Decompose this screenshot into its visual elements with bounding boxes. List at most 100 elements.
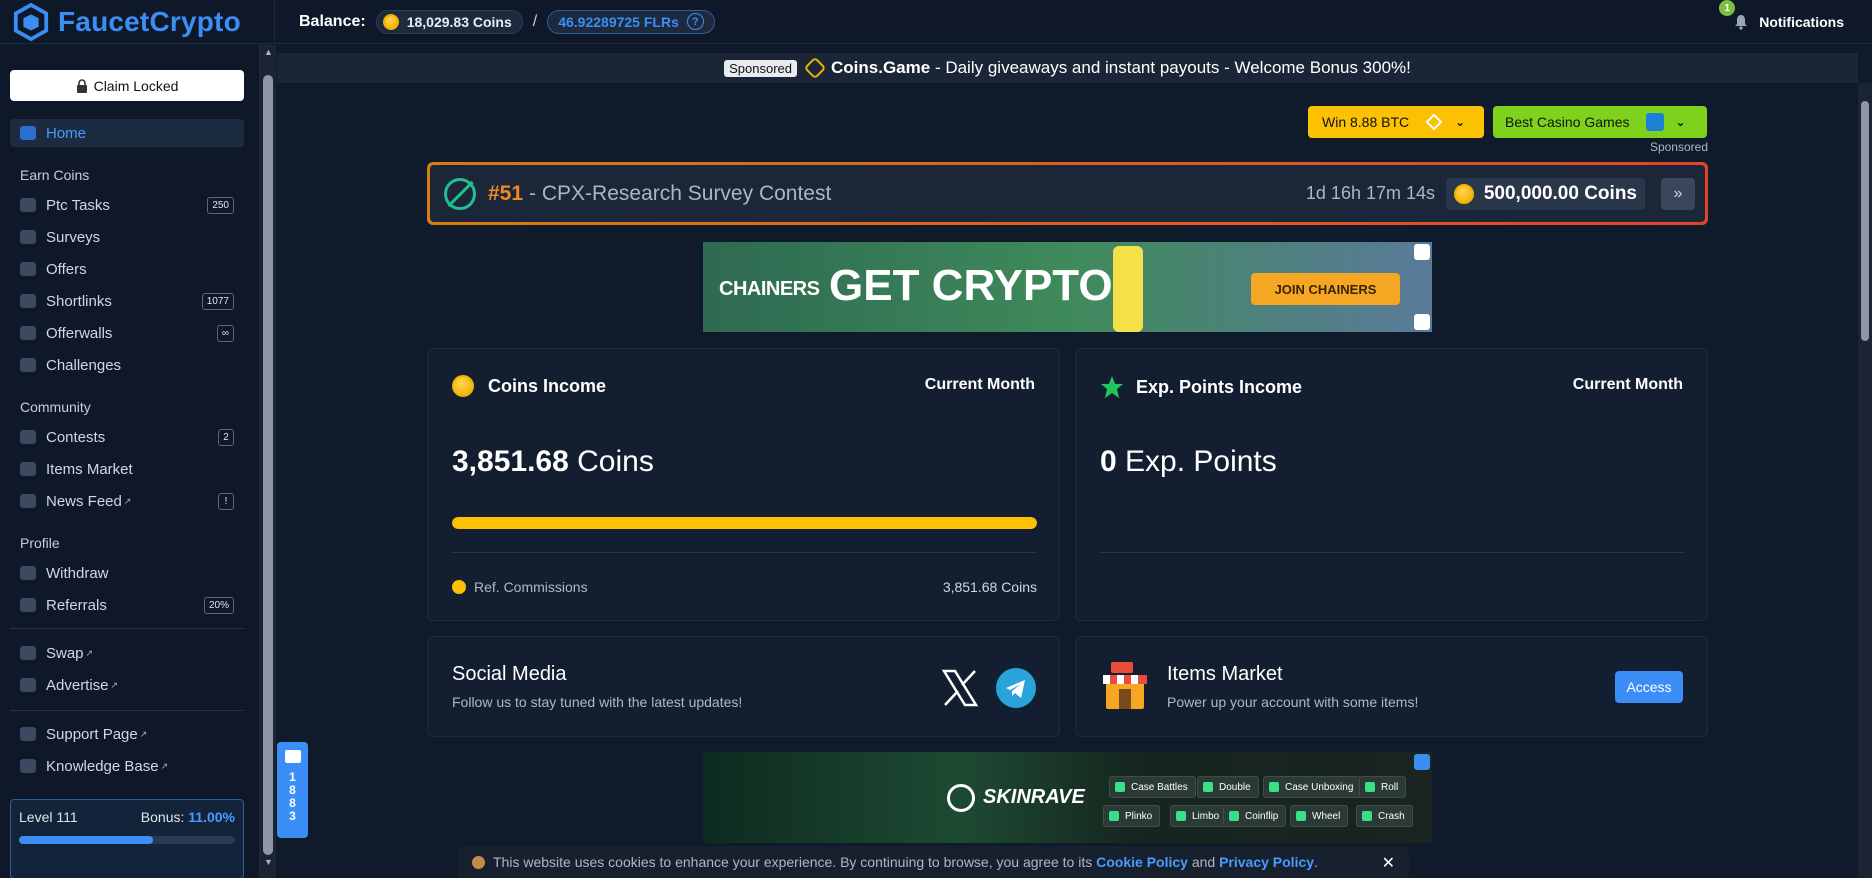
sidebar-item-knowledge-base[interactable]: Knowledge Base ↗: [10, 752, 244, 780]
section-community: Community: [20, 399, 91, 415]
telegram-icon[interactable]: [996, 668, 1036, 708]
balance-label: Balance:: [299, 12, 366, 30]
sidebar-item-swap[interactable]: Swap ↗: [10, 639, 244, 667]
ad-info-icon[interactable]: [1414, 754, 1430, 770]
shop-icon: [20, 462, 36, 476]
ad-banner-skinrave[interactable]: SKINRAVE Case Battles Double Case Unboxi…: [703, 752, 1432, 843]
survey-icon: [20, 230, 36, 244]
coins-balance-value: 18,029.83 Coins: [406, 13, 512, 30]
claim-button[interactable]: Claim Locked: [10, 70, 244, 101]
sidebar-item-news-feed[interactable]: News Feed ↗ !: [10, 487, 244, 515]
exp-income-unit: Exp. Points: [1116, 445, 1277, 478]
ad-cta-button[interactable]: JOIN CHAINERS: [1251, 273, 1400, 305]
sidebar-item-contests[interactable]: Contests 2: [10, 423, 244, 451]
help-icon[interactable]: ?: [686, 13, 704, 30]
ad-info-icon[interactable]: [1414, 314, 1430, 330]
casino-games-button[interactable]: Best Casino Games ⌄: [1493, 106, 1707, 138]
contest-title: - CPX-Research Survey Contest: [529, 181, 832, 205]
claim-label: Claim Locked: [93, 77, 179, 94]
x-twitter-icon[interactable]: [940, 668, 980, 708]
coins-income-amount: 3,851.68 Coins: [452, 445, 654, 479]
main-scroll-thumb[interactable]: [1861, 101, 1869, 341]
exp-income-period[interactable]: Current Month: [1573, 376, 1683, 394]
ref-commissions-label: Ref. Commissions: [474, 579, 588, 595]
ad2-chip-label: Limbo: [1192, 810, 1220, 822]
chip-icon: [1362, 811, 1372, 821]
contest-prize-value: 500,000.00 Coins: [1483, 183, 1637, 204]
logo-cube-icon: [13, 2, 49, 41]
ad-headline: GET CRYPTO: [829, 261, 1113, 310]
sidebar-scrollbar[interactable]: ▲ ▼: [260, 45, 276, 878]
main-scrollbar[interactable]: [1858, 83, 1872, 878]
external-link-icon: ↗: [110, 679, 119, 690]
sidebar-divider: [10, 710, 244, 711]
graduation-cap-icon: [20, 759, 36, 773]
ptc-count-badge: 250: [207, 197, 234, 214]
ad2-chip: Limbo: [1170, 805, 1228, 827]
coins-income-title-text: Coins Income: [488, 375, 607, 396]
win-btc-button[interactable]: Win 8.88 BTC ⌄: [1308, 106, 1484, 138]
sidebar-scroll-thumb[interactable]: [263, 75, 273, 855]
flr-balance[interactable]: 46.92289725 FLRs ?: [547, 9, 715, 34]
sidebar-item-referrals[interactable]: Referrals 20%: [10, 591, 244, 619]
ad2-chip-label: Case Battles: [1131, 781, 1188, 793]
sidebar-item-shortlinks[interactable]: Shortlinks 1077: [10, 287, 244, 315]
ad-banner-chainers[interactable]: CHAINERS GET CRYPTO JOIN CHAINERS: [703, 242, 1432, 332]
sidebar-item-surveys[interactable]: Surveys: [10, 223, 244, 251]
logo-text: FaucetCrypto: [58, 5, 241, 37]
swap-icon: [20, 646, 36, 660]
contest-banner[interactable]: #51 - CPX-Research Survey Contest 1d 16h…: [427, 162, 1708, 225]
sidebar-item-label: Surveys: [46, 228, 101, 246]
contest-number: #51: [488, 181, 524, 205]
chat-widget[interactable]: 1883: [277, 742, 308, 838]
items-market-card: Items Market Power up your account with …: [1075, 636, 1708, 737]
users-icon: [20, 598, 36, 612]
ad2-chip-label: Crash: [1378, 810, 1405, 822]
chat-bubble-icon: [284, 750, 301, 763]
notifications-button[interactable]: 1 Notifications: [1719, 0, 1844, 44]
ad2-chip-label: Wheel: [1312, 810, 1341, 822]
sponsored-banner[interactable]: Sponsored Coins.Game - Daily giveaways a…: [277, 53, 1858, 83]
coin-icon: [382, 13, 399, 30]
cookie-period: .: [1314, 854, 1318, 870]
ad-brand: CHAINERS: [719, 278, 820, 300]
privacy-policy-link[interactable]: Privacy Policy: [1219, 854, 1314, 870]
bonus-label: Bonus:: [140, 809, 185, 825]
social-media-title: Social Media: [452, 663, 567, 685]
sidebar-item-challenges[interactable]: Challenges: [10, 351, 244, 379]
win-btc-label: Win 8.88 BTC: [1322, 114, 1410, 130]
skinrave-logo-icon: [947, 784, 975, 812]
diamond-icon: [1425, 113, 1443, 131]
sidebar-item-home[interactable]: Home: [10, 119, 244, 147]
ad-choices-icon[interactable]: [1414, 244, 1430, 260]
sidebar-item-label: Items Market: [46, 460, 133, 478]
cookie-banner: This website uses cookies to enhance you…: [458, 846, 1409, 878]
sidebar-item-withdraw[interactable]: Withdraw: [10, 559, 244, 587]
scroll-up-arrow-icon[interactable]: ▲: [264, 47, 273, 57]
sidebar-item-support[interactable]: Support Page ↗: [10, 720, 244, 748]
sidebar-item-offerwalls[interactable]: Offerwalls ∞: [10, 319, 244, 347]
sidebar-item-advertise[interactable]: Advertise ↗: [10, 671, 244, 699]
access-button[interactable]: Access: [1615, 671, 1683, 703]
bell-icon: 1: [1719, 0, 1749, 30]
sidebar-item-offers[interactable]: Offers: [10, 255, 244, 283]
card-divider: [1100, 552, 1685, 553]
balance: Balance: 18,029.83 Coins / 46.92289725 F…: [299, 9, 715, 34]
logo[interactable]: FaucetCrypto: [0, 0, 275, 44]
coins-income-period[interactable]: Current Month: [925, 376, 1035, 394]
coins-game-icon: [803, 56, 827, 80]
sidebar-item-label: Ptc Tasks: [46, 196, 110, 214]
level-box[interactable]: Level 111 Bonus: 11.00%: [10, 799, 244, 878]
cookie-policy-link[interactable]: Cookie Policy: [1096, 854, 1188, 870]
ad2-chip: Double: [1197, 776, 1259, 798]
sidebar-item-label: Swap: [46, 644, 84, 662]
section-profile: Profile: [20, 535, 60, 551]
contest-open-button[interactable]: »: [1661, 178, 1695, 210]
contest-prize: 500,000.00 Coins: [1445, 178, 1645, 210]
level-progress-fill: [19, 836, 153, 844]
sidebar-item-items-market[interactable]: Items Market: [10, 455, 244, 483]
close-icon[interactable]: ✕: [1382, 853, 1395, 873]
contests-count-badge: 2: [218, 429, 234, 446]
scroll-down-arrow-icon[interactable]: ▼: [264, 857, 273, 867]
sidebar-item-ptc-tasks[interactable]: Ptc Tasks 250: [10, 191, 244, 219]
